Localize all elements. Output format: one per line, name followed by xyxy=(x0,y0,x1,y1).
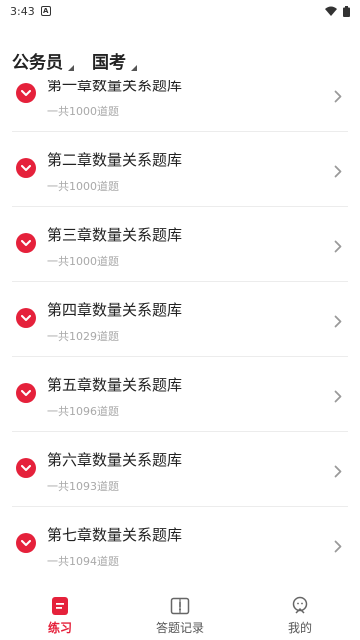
profile-icon xyxy=(292,596,308,614)
exam-type-dropdown[interactable]: 国考 xyxy=(92,48,137,73)
chapter-question-count: 一共1000道题 xyxy=(47,105,119,118)
exam-type-label: 国考 xyxy=(92,53,126,73)
chapter-list-content: 第一章数量关系题库 一共1000道题 第二章数量关系题库 一共1000道题 第三章数量关… xyxy=(0,80,360,578)
chapter-list-item[interactable]: 第五章数量关系题库一共1096道题 xyxy=(12,357,348,432)
chevron-right-icon xyxy=(334,88,342,107)
chapter-question-count: 一共1093道题 xyxy=(47,480,119,493)
practice-icon xyxy=(52,597,68,615)
tab-practice[interactable]: 练习 xyxy=(0,590,120,640)
chevron-down-badge-icon xyxy=(16,383,36,403)
chapter-title: 第三章数量关系题库 xyxy=(47,226,183,244)
chevron-down-badge-icon xyxy=(16,83,36,103)
tab-profile[interactable]: 我的 xyxy=(240,590,360,640)
chevron-right-icon xyxy=(334,388,342,407)
chapter-title: 第一章数量关系题库 xyxy=(47,80,183,94)
chevron-down-badge-icon xyxy=(16,233,36,253)
chapter-title: 第七章数量关系题库 xyxy=(47,526,183,544)
chapter-list-item[interactable]: 第六章数量关系题库一共1093道题 xyxy=(12,432,348,507)
exam-category-label: 公务员 xyxy=(12,53,63,73)
chapter-question-count: 一共1000道题 xyxy=(47,180,119,193)
a-icon: A xyxy=(40,6,51,16)
chevron-right-icon xyxy=(334,313,342,332)
chevron-down-badge-icon xyxy=(16,533,36,553)
chevron-right-icon xyxy=(334,538,342,557)
chapter-list-item[interactable]: 第一章数量关系题库 一共1000道题 xyxy=(12,80,348,132)
chevron-down-badge-icon xyxy=(16,458,36,478)
chapter-question-count: 一共1000道题 xyxy=(47,255,119,268)
tab-answer-record-label: 答题记录 xyxy=(155,621,204,635)
chapter-title: 第四章数量关系题库 xyxy=(47,301,183,319)
wifi-icon xyxy=(325,6,337,16)
chevron-right-icon xyxy=(334,238,342,257)
chevron-right-icon xyxy=(334,163,342,182)
chapter-list-item[interactable]: 第四章数量关系题库一共1029道题 xyxy=(12,282,348,357)
tab-answer-record[interactable]: 答题记录 xyxy=(120,590,240,640)
bottom-tab-bar: 练习 答题记录 我的 xyxy=(0,590,360,640)
status-bar: 3:43 A xyxy=(0,0,360,22)
chapter-title: 第二章数量关系题库 xyxy=(47,151,183,169)
tab-profile-label: 我的 xyxy=(287,621,312,635)
exam-category-dropdown[interactable]: 公务员 xyxy=(12,48,74,73)
filter-header: 公务员 国考 xyxy=(12,48,137,73)
dropdown-corner-icon xyxy=(131,65,137,71)
chapter-list-item[interactable]: 第七章数量关系题库一共1094道题 xyxy=(12,507,348,578)
chapter-question-count: 一共1094道题 xyxy=(47,555,119,568)
chapter-title: 第五章数量关系题库 xyxy=(47,376,183,394)
dropdown-corner-icon xyxy=(68,65,74,71)
tab-practice-label: 练习 xyxy=(47,621,72,635)
chapter-list-item[interactable]: 第二章数量关系题库一共1000道题 xyxy=(12,132,348,207)
chapter-question-count: 一共1096道题 xyxy=(47,405,119,418)
chapter-title: 第六章数量关系题库 xyxy=(47,451,183,469)
chapter-question-count: 一共1029道题 xyxy=(47,330,119,343)
chapter-list-item[interactable]: 第三章数量关系题库一共1000道题 xyxy=(12,207,348,282)
record-book-icon xyxy=(170,597,190,615)
chevron-right-icon xyxy=(334,463,342,482)
chapter-list[interactable]: 第一章数量关系题库 一共1000道题 第二章数量关系题库 一共1000道题 第三章数量关… xyxy=(0,80,360,578)
chevron-down-badge-icon xyxy=(16,158,36,178)
battery-icon xyxy=(343,5,350,17)
status-time: 3:43 xyxy=(10,4,35,18)
chevron-down-badge-icon xyxy=(16,308,36,328)
status-right xyxy=(325,5,350,17)
